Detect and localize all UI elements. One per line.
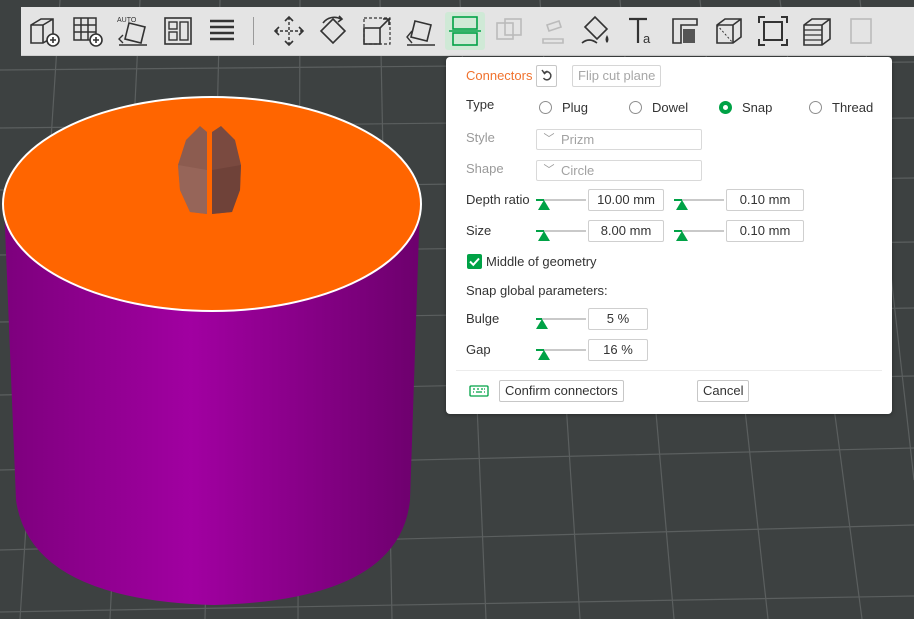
connectors-panel: Connectors Flip cut plane Type Plug Dowe… — [446, 57, 892, 414]
auto-orient-icon[interactable]: AUTO — [113, 12, 153, 50]
style-label: Style — [466, 130, 495, 145]
radio-circle — [629, 100, 642, 114]
size-input[interactable]: 8.00 mm — [588, 220, 664, 242]
type-thread-radio[interactable]: Thread — [809, 97, 873, 117]
type-dowel-radio[interactable]: Dowel — [629, 97, 688, 117]
size-tolerance-slider[interactable] — [674, 221, 724, 241]
type-plug-radio[interactable]: Plug — [539, 97, 588, 117]
chevron-down-icon: ﹀ — [543, 164, 555, 176]
lay-on-face-icon[interactable] — [401, 12, 441, 50]
rotate-icon[interactable] — [313, 12, 353, 50]
support-painting-icon — [533, 12, 573, 50]
type-snap-radio[interactable]: Snap — [719, 97, 772, 117]
undo-icon — [540, 69, 552, 81]
text-icon[interactable]: a — [621, 12, 661, 50]
shape-label: Shape — [466, 161, 504, 176]
middle-of-geometry-checkbox[interactable] — [467, 254, 482, 269]
connectors-title: Connectors — [466, 68, 533, 83]
radio-circle-selected — [719, 100, 732, 114]
radio-circle — [539, 100, 552, 114]
size-slider[interactable] — [536, 221, 586, 241]
split-objects-icon[interactable] — [202, 12, 242, 50]
boolean-icon — [489, 12, 529, 50]
keyboard-icon[interactable] — [469, 384, 489, 398]
reset-button[interactable] — [536, 65, 557, 87]
depth-ratio-input[interactable]: 10.00 mm — [588, 189, 664, 211]
size-label: Size — [466, 223, 492, 238]
radio-circle — [809, 100, 822, 114]
cancel-button[interactable]: Cancel — [697, 380, 750, 402]
checkmark-icon — [469, 257, 480, 267]
gap-label: Gap — [466, 342, 491, 357]
cut-icon[interactable] — [445, 12, 485, 50]
seam-painting-icon[interactable] — [577, 12, 617, 50]
depth-tolerance-slider[interactable] — [674, 190, 724, 210]
color-painting-icon[interactable] — [665, 12, 705, 50]
style-select: ﹀ Prizm — [536, 129, 702, 150]
bulge-slider[interactable] — [536, 309, 586, 329]
shape-select: ﹀ Circle — [536, 160, 702, 181]
type-label: Type — [466, 97, 495, 112]
depth-ratio-slider[interactable] — [536, 190, 586, 210]
add-object-icon[interactable] — [24, 12, 64, 50]
add-plate-icon[interactable] — [67, 12, 107, 50]
style-value: Prizm — [561, 132, 595, 147]
type-thread-label: Thread — [832, 99, 874, 115]
flip-cut-plane-button[interactable]: Flip cut plane — [572, 65, 662, 87]
type-dowel-label: Dowel — [652, 99, 689, 115]
top-toolbar: AUTO a — [21, 7, 914, 56]
measure-icon[interactable] — [709, 12, 749, 50]
more-icon — [841, 12, 881, 50]
type-snap-label: Snap — [742, 99, 773, 115]
shape-value: Circle — [561, 163, 595, 178]
middle-of-geometry-label: Middle of geometry — [486, 254, 597, 269]
size-tolerance-input[interactable]: 0.10 mm — [726, 220, 804, 242]
svg-text:a: a — [643, 31, 651, 46]
snap-global-params-label: Snap global parameters: — [466, 283, 608, 298]
gap-slider[interactable] — [536, 340, 586, 360]
assembly-icon[interactable] — [753, 12, 793, 50]
type-plug-label: Plug — [562, 99, 589, 115]
depth-ratio-label: Depth ratio — [466, 192, 530, 207]
confirm-connectors-button[interactable]: Confirm connectors — [499, 380, 624, 402]
chevron-down-icon: ﹀ — [543, 133, 555, 145]
arrange-icon[interactable] — [158, 12, 198, 50]
bulge-label: Bulge — [466, 311, 500, 326]
divider — [456, 370, 882, 371]
gap-input[interactable]: 16 % — [588, 339, 648, 361]
svg-text:AUTO: AUTO — [117, 17, 137, 24]
depth-tolerance-input[interactable]: 0.10 mm — [726, 189, 804, 211]
variable-layer-icon[interactable] — [797, 12, 837, 50]
scale-icon[interactable] — [357, 12, 397, 50]
move-icon[interactable] — [269, 12, 309, 50]
bulge-input[interactable]: 5 % — [588, 308, 648, 330]
